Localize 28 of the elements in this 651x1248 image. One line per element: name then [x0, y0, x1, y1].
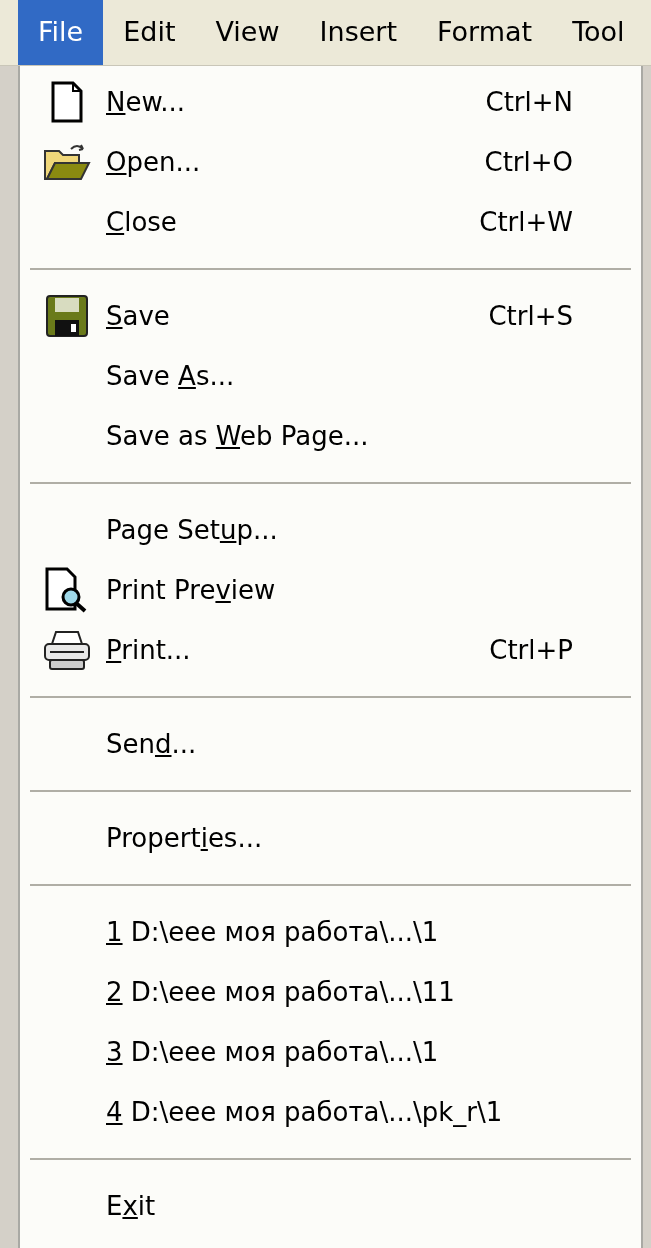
menu-item[interactable]: Open...: [106, 142, 201, 182]
printer-icon: [42, 628, 92, 672]
menu-item[interactable]: Page Setup...: [106, 510, 278, 550]
menu-item[interactable]: 2 D:\eee моя работа\...\11: [106, 972, 455, 1012]
menu-bar-item[interactable]: Tool: [552, 0, 645, 65]
shortcut-text: Ctrl+W: [479, 205, 573, 239]
menu-item[interactable]: Print...: [106, 630, 191, 670]
menu-item[interactable]: Save as Web Page...: [106, 416, 369, 456]
shortcut-text: Ctrl+P: [489, 633, 573, 667]
menu-bar-item[interactable]: Edit: [103, 0, 196, 65]
menu-item[interactable]: 4 D:\eee моя работа\...\pk_r\1: [106, 1092, 503, 1132]
menu-bar-item[interactable]: View: [195, 0, 300, 65]
menu-item[interactable]: Save As...: [106, 356, 235, 396]
shortcut-text: Ctrl+N: [485, 85, 573, 119]
menu-bar-item[interactable]: Insert: [299, 0, 417, 65]
menu-item[interactable]: New...: [106, 82, 186, 122]
menu-item[interactable]: 3 D:\eee моя работа\...\1: [106, 1032, 439, 1072]
menu-item[interactable]: Print Preview: [106, 570, 276, 610]
menu-item[interactable]: Save: [106, 296, 170, 336]
menu-bar-item[interactable]: Format: [417, 0, 553, 65]
shortcut-text: Ctrl+O: [484, 145, 573, 179]
menu-item[interactable]: Send...: [106, 724, 197, 764]
menu-item[interactable]: Exit: [106, 1186, 156, 1226]
menu-item[interactable]: Properties...: [106, 818, 263, 858]
menu-item[interactable]: 1 D:\eee моя работа\...\1: [106, 912, 439, 952]
shortcut-text: Ctrl+S: [488, 299, 573, 333]
menu-item[interactable]: Close: [106, 202, 177, 242]
menu-bar-item[interactable]: File: [18, 0, 104, 65]
